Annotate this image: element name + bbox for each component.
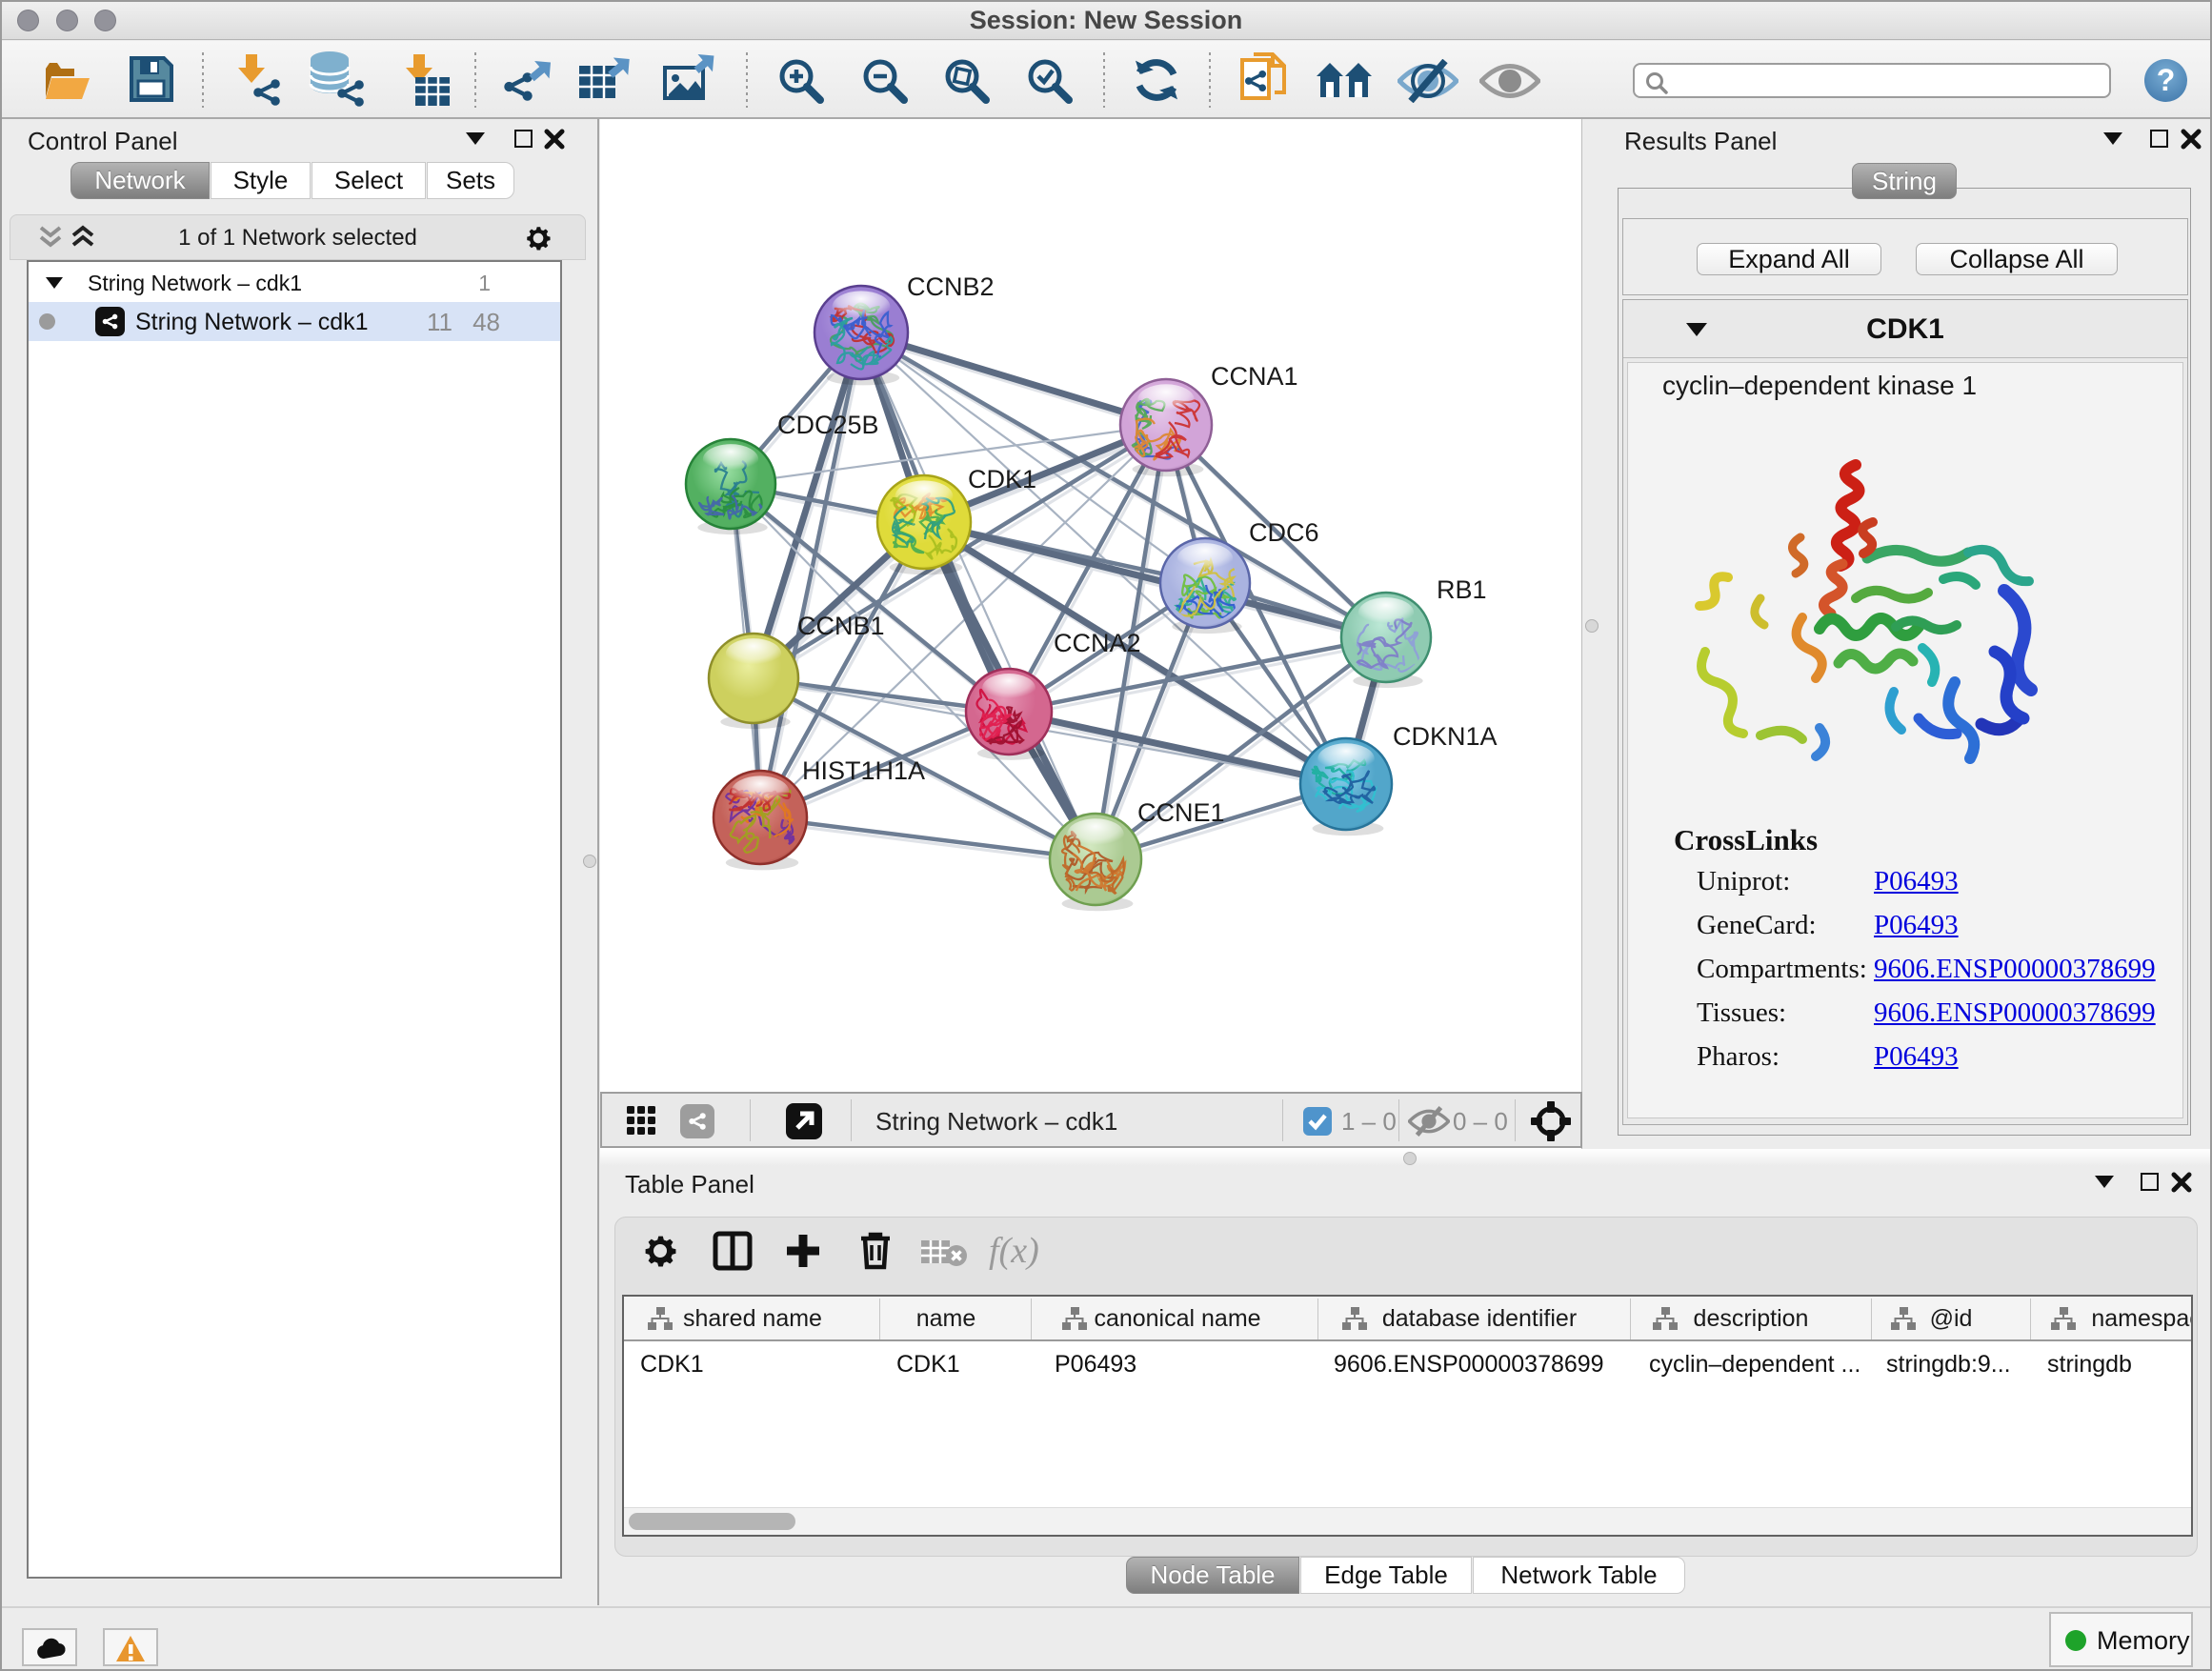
svg-text:CDK1: CDK1	[968, 465, 1036, 493]
svg-text:CCNB2: CCNB2	[907, 272, 995, 301]
svg-text:CCNA1: CCNA1	[1211, 362, 1298, 391]
svg-text:CDKN1A: CDKN1A	[1393, 722, 1498, 751]
svg-text:CCNA2: CCNA2	[1054, 629, 1141, 657]
svg-text:CCNB1: CCNB1	[797, 612, 885, 640]
svg-text:HIST1H1A: HIST1H1A	[802, 756, 925, 785]
svg-text:CCNE1: CCNE1	[1137, 798, 1225, 827]
svg-text:CDC25B: CDC25B	[777, 411, 879, 439]
svg-text:RB1: RB1	[1437, 575, 1487, 604]
svg-text:CDC6: CDC6	[1249, 518, 1319, 547]
